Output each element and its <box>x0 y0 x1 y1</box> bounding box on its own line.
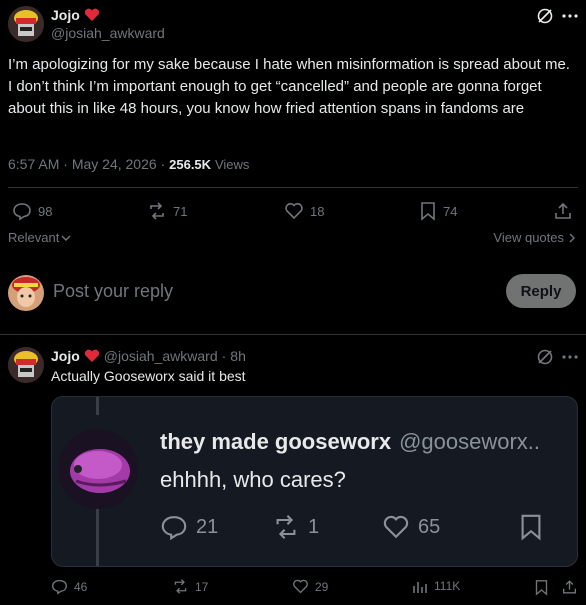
divider <box>0 334 586 335</box>
bookmark-button[interactable]: 74 <box>419 201 457 221</box>
author-avatar[interactable] <box>8 6 44 42</box>
post-text: I’m apologizing for my sake because I ha… <box>8 56 570 117</box>
bookmark-icon <box>518 513 544 541</box>
share-icon[interactable] <box>561 578 577 596</box>
heart-emoji-icon <box>84 349 100 363</box>
bookmark-icon <box>419 201 437 221</box>
reply-count: 46 <box>74 579 88 594</box>
repost-icon <box>272 513 300 541</box>
heart-emoji-icon <box>84 8 100 22</box>
gooseworx-avatar <box>58 429 138 509</box>
reply-icon <box>160 513 188 541</box>
like-count: 29 <box>315 579 329 594</box>
reply-icon <box>12 201 32 221</box>
author-name[interactable]: Jojo <box>51 7 80 23</box>
quoted-reply-count: 21 <box>196 515 219 538</box>
reply-author-name[interactable]: Jojo <box>51 348 80 364</box>
post-date[interactable]: May 24, 2026 <box>72 156 157 172</box>
grok-icon[interactable] <box>535 6 555 26</box>
more-options-icon[interactable] <box>560 347 580 367</box>
quoted-like-count: 65 <box>418 515 441 538</box>
quoted-repost-count: 1 <box>308 515 320 538</box>
share-icon[interactable] <box>553 201 573 221</box>
thread-line <box>96 507 99 566</box>
quoted-text: ehhhh, who cares? <box>160 467 346 492</box>
author-handle[interactable]: @josiah_awkward <box>51 25 165 41</box>
views-count: 111K <box>434 579 461 593</box>
grok-icon[interactable] <box>535 347 555 367</box>
views-button[interactable]: 111K <box>412 578 460 594</box>
reply-author-avatar[interactable] <box>8 347 44 383</box>
like-count: 18 <box>310 203 325 219</box>
reply-button[interactable]: 46 <box>51 578 87 595</box>
divider <box>8 187 578 188</box>
relevant-dropdown[interactable]: Relevant <box>8 230 71 245</box>
reply-composer-input[interactable]: Post your reply <box>53 281 173 302</box>
view-quotes-link[interactable]: View quotes <box>493 230 576 245</box>
repost-count: 17 <box>195 579 209 594</box>
reply-age[interactable]: 8h <box>230 348 246 364</box>
like-button[interactable]: 18 <box>284 201 324 221</box>
heart-icon <box>284 201 304 221</box>
my-avatar[interactable] <box>8 275 44 311</box>
bookmark-icon[interactable] <box>533 578 549 596</box>
reply-submit-button[interactable]: Reply <box>506 274 576 308</box>
views-label: Views <box>214 157 250 172</box>
more-options-icon[interactable] <box>560 6 580 26</box>
chevron-down-icon <box>61 233 71 243</box>
repost-count: 71 <box>173 203 188 219</box>
chevron-right-icon <box>568 233 576 243</box>
repost-button[interactable]: 71 <box>147 201 187 221</box>
analytics-icon <box>412 578 428 594</box>
post-time[interactable]: 6:57 AM <box>8 156 59 172</box>
reply-author-handle[interactable]: @josiah_awkward <box>104 348 218 364</box>
repost-icon <box>172 578 189 595</box>
like-button[interactable]: 29 <box>292 578 328 595</box>
bookmark-count: 74 <box>443 203 458 219</box>
reply-count: 98 <box>38 203 53 219</box>
views-count: 256.5K <box>169 157 212 172</box>
thread-line <box>96 397 99 415</box>
reply-text: Actually Gooseworx said it best <box>51 368 246 384</box>
reply-button[interactable]: 98 <box>12 201 52 221</box>
attached-image[interactable]: they made gooseworx @gooseworx.. ehhhh, … <box>51 396 578 567</box>
quoted-display-name: they made gooseworx <box>160 429 392 454</box>
repost-icon <box>147 201 167 221</box>
reply-icon <box>51 578 68 595</box>
heart-icon <box>292 578 309 595</box>
repost-button[interactable]: 17 <box>172 578 208 595</box>
quoted-handle: @gooseworx.. <box>399 429 541 454</box>
heart-icon <box>382 513 410 541</box>
